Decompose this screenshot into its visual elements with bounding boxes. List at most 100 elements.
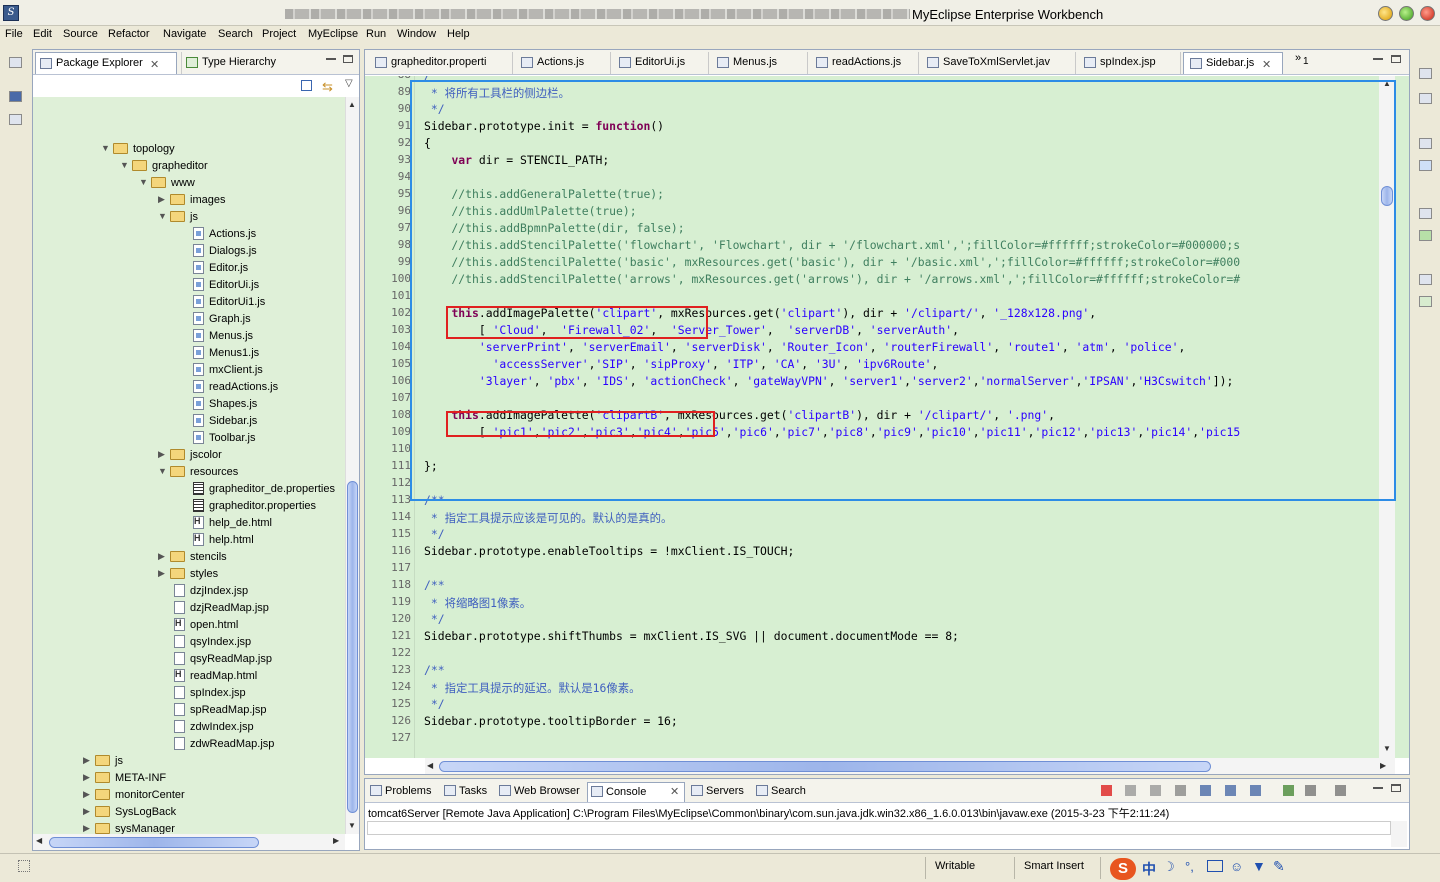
menu-edit[interactable]: Edit — [33, 28, 52, 40]
ime-punctuation-icon[interactable]: °, — [1185, 859, 1194, 874]
close-window-button[interactable] — [1420, 6, 1435, 21]
remove-launch-icon[interactable] — [1125, 785, 1136, 796]
tree-item[interactable]: Sidebar.js — [33, 413, 343, 430]
editor-tab[interactable]: SaveToXmlServlet.jav — [921, 52, 1076, 74]
tab-package-explorer[interactable]: Package Explorer ✕ — [35, 52, 177, 74]
maximize-view-icon[interactable] — [1391, 55, 1401, 63]
scroll-down-icon[interactable]: ▼ — [1383, 744, 1391, 753]
tree-item[interactable]: ▶ jscolor — [33, 447, 343, 464]
link-with-editor-icon[interactable]: ⇆ — [322, 79, 333, 95]
collapsed-icon[interactable]: ▶ — [83, 773, 91, 782]
scrollbar-thumb[interactable] — [49, 837, 259, 848]
editor-tab[interactable]: Sidebar.js ✕ — [1183, 52, 1283, 74]
restore-stack-icon[interactable] — [1419, 208, 1432, 219]
tree-item[interactable]: zdwIndex.jsp — [33, 719, 343, 736]
show-stdout-icon[interactable] — [1225, 785, 1236, 796]
collapsed-icon[interactable]: ▶ — [83, 756, 91, 765]
collapsed-icon[interactable]: ▶ — [158, 552, 166, 561]
editor-tab[interactable]: readActions.js — [810, 52, 919, 74]
tab-tasks[interactable]: Tasks — [441, 782, 493, 802]
menu-search[interactable]: Search — [218, 28, 253, 40]
collapsed-icon[interactable]: ▶ — [83, 824, 91, 833]
hierarchy-icon[interactable] — [1419, 160, 1432, 171]
minimize-view-icon[interactable] — [1373, 58, 1383, 60]
collapsed-icon[interactable]: ▶ — [83, 790, 91, 799]
fast-view-icon[interactable] — [18, 860, 30, 872]
show-stderr-icon[interactable] — [1250, 785, 1261, 796]
expanded-icon[interactable]: ▼ — [158, 212, 167, 221]
tree-item[interactable]: ▶ monitorCenter — [33, 787, 343, 804]
open-console-icon[interactable] — [1335, 785, 1346, 796]
maximize-button[interactable] — [1399, 6, 1414, 21]
servers-icon[interactable] — [1419, 230, 1432, 241]
tree-item[interactable]: open.html — [33, 617, 343, 634]
collapsed-icon[interactable]: ▶ — [158, 569, 166, 578]
minimize-view-icon[interactable] — [326, 58, 336, 60]
tree-item[interactable]: Graph.js — [33, 311, 343, 328]
menu-run[interactable]: Run — [366, 28, 386, 40]
expanded-icon[interactable]: ▼ — [120, 161, 129, 170]
tree-item[interactable]: readMap.html — [33, 668, 343, 685]
menu-navigate[interactable]: Navigate — [163, 28, 206, 40]
scroll-up-icon[interactable]: ▲ — [348, 100, 356, 109]
maximize-view-icon[interactable] — [343, 55, 353, 63]
tree-item[interactable]: EditorUi.js — [33, 277, 343, 294]
minimize-view-icon[interactable] — [1373, 787, 1383, 789]
console-output[interactable] — [367, 821, 1391, 835]
tree-horizontal-scrollbar[interactable]: ◀ ▶ — [33, 834, 345, 850]
clear-console-icon[interactable] — [1175, 785, 1186, 796]
scrollbar-thumb[interactable] — [439, 761, 1211, 772]
tree-item[interactable]: Shapes.js — [33, 396, 343, 413]
remove-all-icon[interactable] — [1150, 785, 1161, 796]
menu-refactor[interactable]: Refactor — [108, 28, 150, 40]
menu-file[interactable]: File — [5, 28, 23, 40]
editor-tab[interactable]: grapheditor.properti — [369, 52, 513, 74]
close-icon[interactable]: ✕ — [670, 785, 679, 798]
editor-tab[interactable]: Actions.js — [515, 52, 611, 74]
tab-web-browser[interactable]: Web Browser — [496, 782, 584, 802]
tree-item[interactable]: spIndex.jsp — [33, 685, 343, 702]
ime-halfwidth-icon[interactable]: ☽ — [1163, 859, 1175, 875]
collapsed-icon[interactable]: ▶ — [83, 807, 91, 816]
expanded-icon[interactable]: ▼ — [139, 178, 148, 187]
tab-problems[interactable]: Problems — [367, 782, 437, 802]
menu-source[interactable]: Source — [63, 28, 98, 40]
editor-tab[interactable]: spIndex.jsp — [1078, 52, 1181, 74]
tree-item[interactable]: dzjIndex.jsp — [33, 583, 343, 600]
close-icon[interactable]: ✕ — [1262, 58, 1271, 71]
pin-console-icon[interactable] — [1283, 785, 1294, 796]
expanded-icon[interactable]: ▼ — [158, 467, 167, 476]
tree-item[interactable]: ▶ styles — [33, 566, 343, 583]
tree-item[interactable]: Actions.js — [33, 226, 343, 243]
restore-stack-icon[interactable] — [1419, 274, 1432, 285]
tree-item[interactable]: spReadMap.jsp — [33, 702, 343, 719]
scrollbar-thumb[interactable] — [347, 481, 358, 813]
ime-skin-icon[interactable]: ▼ — [1252, 858, 1266, 874]
terminate-icon[interactable] — [1101, 785, 1112, 796]
scroll-left-icon[interactable]: ◀ — [427, 761, 433, 770]
menu-help[interactable]: Help — [447, 28, 470, 40]
tree-item[interactable]: help.html — [33, 532, 343, 549]
scroll-right-icon[interactable]: ▶ — [333, 836, 339, 845]
tree-item[interactable]: ▼ topology — [33, 141, 343, 158]
menu-project[interactable]: Project — [262, 28, 296, 40]
tree-item[interactable]: help_de.html — [33, 515, 343, 532]
maximize-view-icon[interactable] — [1391, 784, 1401, 792]
tree-item[interactable]: dzjReadMap.jsp — [33, 600, 343, 617]
sogou-ime-icon[interactable]: S — [1110, 858, 1136, 880]
tab-console[interactable]: Console ✕ — [587, 782, 685, 802]
tree-item[interactable]: ▶ META-INF — [33, 770, 343, 787]
tree-item[interactable]: qsyReadMap.jsp — [33, 651, 343, 668]
tab-search[interactable]: Search — [753, 782, 813, 802]
view-icon[interactable] — [9, 91, 22, 102]
tab-type-hierarchy[interactable]: Type Hierarchy — [181, 52, 309, 74]
scroll-left-icon[interactable]: ◀ — [36, 836, 42, 845]
menu-myeclipse[interactable]: MyEclipse — [308, 28, 358, 40]
tree-item[interactable]: Menus1.js — [33, 345, 343, 362]
tree-item[interactable]: ▶ js — [33, 753, 343, 770]
tree-vertical-scrollbar[interactable]: ▲ ▼ — [345, 97, 359, 834]
tree-item[interactable]: grapheditor.properties — [33, 498, 343, 515]
tree-item[interactable]: ▶ SysLogBack — [33, 804, 343, 821]
scroll-right-icon[interactable]: ▶ — [1380, 761, 1386, 770]
collapsed-icon[interactable]: ▶ — [158, 450, 166, 459]
